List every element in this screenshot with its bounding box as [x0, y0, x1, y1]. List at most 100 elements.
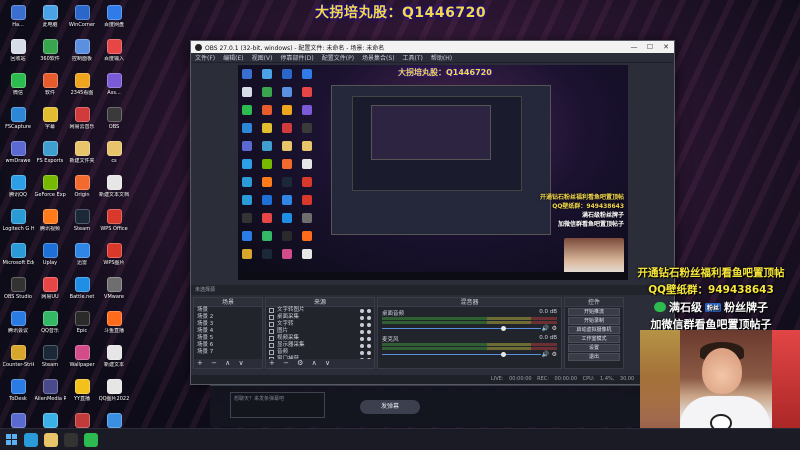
windows-start-icon[interactable]: [6, 433, 18, 446]
control-button[interactable]: 工作室模式: [568, 335, 620, 343]
desktop-icon[interactable]: Ass...: [98, 70, 130, 104]
lock-icon[interactable]: [367, 343, 371, 348]
scene-item[interactable]: 场景 5: [194, 335, 262, 342]
desktop-icon[interactable]: VMware: [98, 274, 130, 308]
minimize-button[interactable]: —: [626, 41, 642, 53]
desktop-icon[interactable]: 字幕: [34, 104, 66, 138]
source-item[interactable]: 显示器采集: [266, 342, 374, 349]
scene-item[interactable]: 场景 6: [194, 342, 262, 349]
close-button[interactable]: ✕: [658, 41, 674, 53]
desktop-icon[interactable]: Steam: [34, 342, 66, 376]
desktop-icon[interactable]: 腾讯QQ: [2, 172, 34, 206]
desktop-icon[interactable]: FS Exports: [34, 138, 66, 172]
desktop-icon[interactable]: 新建文本: [98, 342, 130, 376]
desktop-icon[interactable]: 新建文件夹: [66, 138, 98, 172]
wechat-taskbar-icon[interactable]: [84, 432, 98, 447]
send-danmaku-button[interactable]: 发弹幕: [360, 400, 420, 414]
lock-icon[interactable]: [367, 329, 371, 334]
desktop-icon[interactable]: Steam: [66, 206, 98, 240]
volume-slider[interactable]: 🔊 ⚙: [382, 325, 557, 332]
desktop-icon[interactable]: Microsoft Edge: [2, 240, 34, 274]
desktop-icon[interactable]: 360软件: [34, 36, 66, 70]
desktop-icon[interactable]: Battle.net: [66, 274, 98, 308]
desktop-icon[interactable]: QQ音乐: [34, 308, 66, 342]
lock-icon[interactable]: [367, 336, 371, 341]
desktop-icon[interactable]: AlienMedia RCentral: [34, 376, 66, 410]
desktop-icon[interactable]: 网易UU: [34, 274, 66, 308]
edge-taskbar-icon[interactable]: [24, 432, 38, 447]
control-button[interactable]: 退出: [568, 353, 620, 361]
lock-icon[interactable]: [367, 350, 371, 355]
explorer-taskbar-icon[interactable]: [44, 432, 58, 447]
scene-item[interactable]: 场景 4: [194, 328, 262, 335]
lock-icon[interactable]: [367, 322, 371, 327]
menu-edit[interactable]: 编辑(E): [223, 53, 243, 62]
desktop-icon[interactable]: QQ图片2022: [98, 376, 130, 410]
source-item[interactable]: 图片: [266, 328, 374, 335]
desktop-icon[interactable]: FSCapture: [2, 104, 34, 138]
speaker-icon[interactable]: 🔊: [542, 351, 549, 358]
control-button[interactable]: 设置: [568, 344, 620, 352]
obs-titlebar[interactable]: OBS 27.0.1 (32-bit, windows) - 配置文件: 未命名…: [191, 41, 674, 53]
desktop-icon[interactable]: WPS Office: [98, 206, 130, 240]
desktop-icon[interactable]: 网易云音乐: [66, 104, 98, 138]
visibility-eye-icon[interactable]: [360, 315, 364, 320]
menu-scene-collection[interactable]: 场景集合(S): [362, 53, 395, 62]
obs-window[interactable]: OBS 27.0.1 (32-bit, windows) - 配置文件: 未命名…: [190, 40, 675, 385]
desktop-icon[interactable]: cs: [98, 138, 130, 172]
desktop-icon[interactable]: 百度输入: [98, 36, 130, 70]
lock-icon[interactable]: [367, 308, 371, 313]
scenes-toolbar[interactable]: + − ∧ ∨: [194, 359, 262, 368]
desktop-icon[interactable]: 百度网盘: [98, 2, 130, 36]
source-item[interactable]: 音频: [266, 349, 374, 356]
desktop-icon[interactable]: 软件: [34, 70, 66, 104]
control-button[interactable]: 开始录制: [568, 317, 620, 325]
desktop-icon[interactable]: OBS Studio: [2, 274, 34, 308]
visibility-eye-icon[interactable]: [360, 322, 364, 327]
visibility-eye-icon[interactable]: [360, 350, 364, 355]
gear-icon[interactable]: ⚙: [552, 351, 557, 358]
volume-slider[interactable]: 🔊 ⚙: [382, 351, 557, 358]
desktop-icon[interactable]: YY直播: [66, 376, 98, 410]
menu-tools[interactable]: 工具(T): [403, 53, 423, 62]
desktop-icon[interactable]: 2345看图: [66, 70, 98, 104]
obs-taskbar-icon[interactable]: [64, 432, 78, 447]
visibility-eye-icon[interactable]: [360, 336, 364, 341]
desktop-icon[interactable]: Ha...: [2, 2, 34, 36]
desktop-icon[interactable]: Uplay: [34, 240, 66, 274]
desktop-icon[interactable]: Epic: [66, 308, 98, 342]
visibility-eye-icon[interactable]: [360, 329, 364, 334]
control-button[interactable]: 启动虚拟摄像机: [568, 326, 620, 334]
source-item[interactable]: 桌面采集: [266, 314, 374, 321]
desktop-icon[interactable]: 腾讯会议: [2, 308, 34, 342]
menu-view[interactable]: 视图(V): [252, 53, 273, 62]
sources-toolbar[interactable]: + − ⚙ ∧ ∨: [266, 359, 374, 368]
visibility-eye-icon[interactable]: [360, 308, 364, 313]
desktop-icon[interactable]: Counter-Strike: [2, 342, 34, 376]
desktop-icon[interactable]: Origin: [66, 172, 98, 206]
control-button[interactable]: 开始推流: [568, 308, 620, 316]
scene-item[interactable]: 场景 3: [194, 321, 262, 328]
source-item[interactable]: 文字转: [266, 321, 374, 328]
desktop-icon[interactable]: 控制面板: [66, 36, 98, 70]
menu-help[interactable]: 帮助(H): [431, 53, 452, 62]
desktop-icon[interactable]: GeForce Experience: [34, 172, 66, 206]
scene-item[interactable]: 场景 2: [194, 314, 262, 321]
desktop-icon[interactable]: wmDrawe: [2, 138, 34, 172]
menu-docks[interactable]: 停靠部件(D): [280, 53, 313, 62]
scene-item[interactable]: 场景 7: [194, 349, 262, 356]
menu-profile[interactable]: 配置文件(P): [322, 53, 354, 62]
desktop-icon[interactable]: ToDesk: [2, 376, 34, 410]
gear-icon[interactable]: ⚙: [552, 325, 557, 332]
desktop-icon[interactable]: 斗鱼直播: [98, 308, 130, 342]
source-item[interactable]: 视频采集: [266, 335, 374, 342]
desktop-icon[interactable]: 迅雷: [66, 240, 98, 274]
desktop-icon[interactable]: 回收站: [2, 36, 34, 70]
desktop-icon[interactable]: 微信: [2, 70, 34, 104]
desktop-icon[interactable]: WPS图片: [98, 240, 130, 274]
volume-slider-knob[interactable]: [501, 326, 506, 331]
visibility-eye-icon[interactable]: [360, 343, 364, 348]
desktop-icon[interactable]: Wallpaper: [66, 342, 98, 376]
desktop-icon[interactable]: OBS: [98, 104, 130, 138]
desktop-icon[interactable]: 腾讯视频: [34, 206, 66, 240]
